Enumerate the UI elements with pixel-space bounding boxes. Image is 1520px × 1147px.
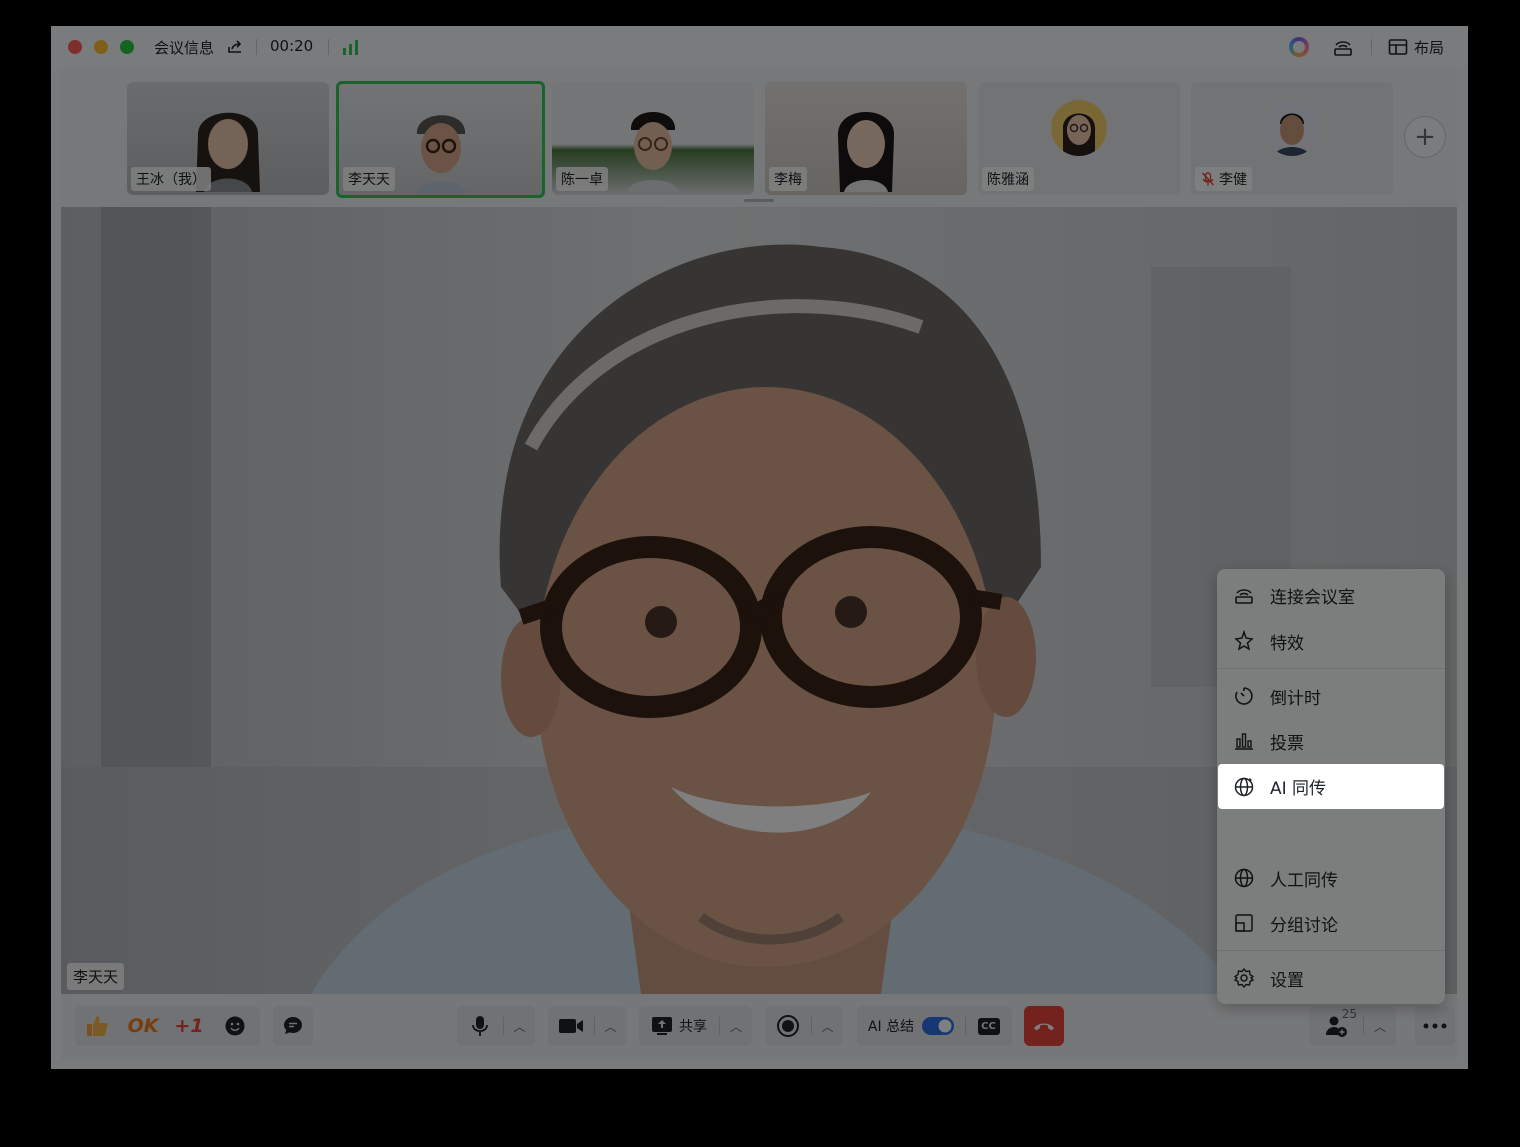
menu-item-settings[interactable]: 设置 — [1217, 956, 1445, 1000]
camera-control-group: ︿ — [548, 1006, 626, 1046]
participant-name-label: 李梅 — [769, 167, 807, 191]
thumbs-up-icon — [87, 1016, 108, 1036]
minimize-window-button[interactable] — [94, 40, 108, 54]
divider — [328, 39, 329, 55]
share-screen-button[interactable]: 共享 — [639, 1006, 719, 1046]
participant-name-label: 王冰（我） — [131, 167, 211, 191]
participant-name-label: 陈雅涵 — [982, 167, 1034, 191]
microphone-icon — [472, 1016, 488, 1036]
menu-item-poll[interactable]: 投票 — [1217, 719, 1445, 763]
mic-muted-icon — [1201, 172, 1215, 186]
share-options-chevron[interactable]: ︿ — [720, 1006, 752, 1046]
hang-up-icon — [1034, 1023, 1054, 1031]
reactions-group: OK +1 — [74, 1006, 260, 1046]
menu-item-connect-room[interactable]: 连接会议室 — [1217, 573, 1445, 617]
share-screen-icon — [652, 1017, 672, 1035]
participant-video — [414, 115, 467, 194]
ai-summary-group: AI 总结 CC — [857, 1006, 1012, 1046]
menu-divider — [1217, 950, 1445, 951]
participant-name-label: 李天天 — [343, 167, 395, 191]
captions-icon: CC — [977, 1017, 1000, 1035]
share-control-group: 共享 ︿ — [639, 1006, 752, 1046]
layout-icon — [1388, 39, 1408, 55]
divider — [1371, 39, 1372, 55]
record-button[interactable] — [765, 1006, 811, 1046]
menu-item-ai-interpretation[interactable]: AI 同传 — [1218, 764, 1444, 809]
menu-item-human-interpretation[interactable]: 人工同传 — [1217, 856, 1445, 900]
effects-icon — [1233, 630, 1255, 652]
end-call-button[interactable] — [1024, 1006, 1064, 1046]
share-label: 共享 — [679, 1019, 707, 1035]
timer-icon — [1233, 685, 1255, 707]
layout-label: 布局 — [1414, 38, 1445, 57]
menu-divider — [1217, 668, 1445, 669]
more-icon — [1423, 1023, 1447, 1029]
meeting-info-title[interactable]: 会议信息 — [154, 37, 214, 58]
record-icon — [777, 1015, 799, 1037]
divider — [256, 39, 257, 55]
chat-button[interactable] — [273, 1006, 313, 1046]
layout-button[interactable]: 布局 — [1388, 35, 1444, 59]
more-button[interactable] — [1415, 1006, 1455, 1046]
chat-icon — [284, 1017, 302, 1034]
breakout-icon — [1233, 912, 1255, 934]
settings-icon — [1233, 967, 1255, 989]
record-options-chevron[interactable]: ︿ — [812, 1006, 843, 1046]
participant-name-label: 陈一卓 — [556, 167, 608, 191]
captions-button[interactable]: CC — [966, 1006, 1011, 1046]
globe-icon — [1233, 867, 1255, 889]
share-icon[interactable] — [226, 38, 244, 56]
participant-tile[interactable]: 陈一卓 — [552, 82, 754, 195]
poll-icon — [1233, 730, 1255, 752]
ai-summary-label: AI 总结 — [867, 1019, 915, 1035]
camera-options-chevron[interactable]: ︿ — [595, 1006, 626, 1046]
meeting-duration: 00:20 — [270, 37, 314, 55]
participant-tile[interactable]: 李健 — [1191, 82, 1393, 195]
participants-button[interactable]: 25 — [1309, 1006, 1363, 1046]
resize-handle[interactable] — [744, 199, 774, 202]
mic-control-group: ︿ — [457, 1006, 535, 1046]
menu-item-countdown[interactable]: 倒计时 — [1217, 674, 1445, 718]
participants-options-chevron[interactable]: ︿ — [1364, 1006, 1396, 1046]
menu-item-effects[interactable]: 特效 — [1217, 619, 1445, 663]
ai-assistant-icon[interactable] — [1289, 37, 1309, 57]
mic-button[interactable] — [457, 1006, 503, 1046]
toggle-switch-on — [922, 1017, 955, 1035]
menu-item-breakout-rooms[interactable]: 分组讨论 — [1217, 901, 1445, 945]
close-window-button[interactable] — [68, 40, 82, 54]
avatar — [1051, 100, 1107, 156]
participant-strip: 王冰（我） 李天天 陈一卓 李梅 陈雅涵 李健 + — [61, 68, 1457, 207]
participant-video — [837, 112, 895, 192]
emoji-icon — [225, 1016, 245, 1036]
ok-reaction-button[interactable]: OK — [120, 1006, 166, 1046]
room-icon — [1233, 584, 1255, 606]
signal-icon — [343, 40, 358, 55]
participant-name-label: 李健 — [1195, 167, 1252, 191]
add-participant-button[interactable]: + — [1404, 116, 1446, 158]
participant-tile[interactable]: 王冰（我） — [127, 82, 329, 195]
ai-translate-icon — [1233, 776, 1255, 798]
participant-video — [627, 112, 679, 192]
title-bar: 会议信息 00:20 布局 — [51, 26, 1468, 68]
participants-control-group: 25 ︿ — [1309, 1006, 1396, 1046]
participants-count: 25 — [1341, 1007, 1357, 1021]
participant-tile[interactable]: 李梅 — [765, 82, 967, 195]
ai-summary-toggle[interactable]: AI 总结 — [857, 1006, 965, 1046]
mic-options-chevron[interactable]: ︿ — [504, 1006, 535, 1046]
speaker-name-label: 李天天 — [67, 963, 125, 990]
thumbs-up-reaction-button[interactable] — [74, 1006, 120, 1046]
avatar — [1264, 100, 1320, 156]
room-icon[interactable] — [1332, 36, 1354, 58]
camera-button[interactable] — [548, 1006, 594, 1046]
plus-one-reaction-button[interactable]: +1 — [166, 1006, 212, 1046]
emoji-button[interactable] — [212, 1006, 258, 1046]
participant-tile[interactable]: 陈雅涵 — [978, 82, 1180, 195]
participant-tile-active-speaker[interactable]: 李天天 — [336, 81, 545, 198]
maximize-window-button[interactable] — [120, 40, 134, 54]
record-control-group: ︿ — [765, 1006, 843, 1046]
camera-icon — [559, 1019, 583, 1033]
